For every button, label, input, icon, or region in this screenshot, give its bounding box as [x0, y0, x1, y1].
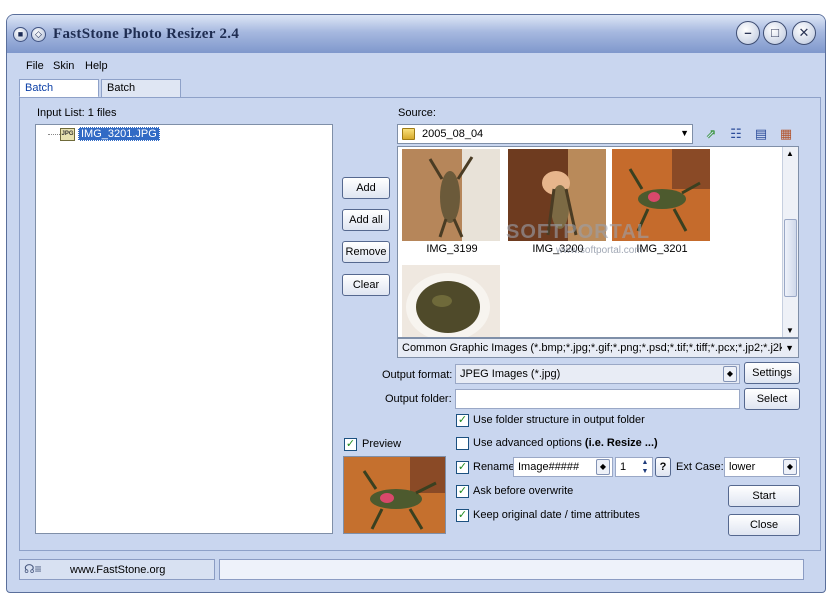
- system-menu-icon[interactable]: ■: [13, 27, 28, 42]
- close-button[interactable]: Close: [728, 514, 800, 536]
- tab-batch-convert[interactable]: Batch Convert: [19, 79, 99, 111]
- output-folder-label: Output folder:: [385, 393, 452, 405]
- title-bar[interactable]: ■ ◇ FastStone Photo Resizer 2.4 – □ ✕: [7, 15, 825, 53]
- thumbnail-browser[interactable]: IMG_3199 IMG_3200 IMG_3201 SOFTPORTAL ww…: [397, 146, 799, 338]
- ask-overwrite-label: Ask before overwrite: [473, 485, 574, 497]
- use-folder-structure-checkbox[interactable]: ✓: [456, 414, 469, 427]
- rename-checkbox[interactable]: ✓: [456, 461, 469, 474]
- status-pane-url: ☊≡ www.FastStone.org: [19, 559, 215, 580]
- ext-case-select[interactable]: lower ◆: [724, 457, 800, 477]
- ext-case-value: lower: [729, 461, 756, 473]
- scrollbar-thumb[interactable]: [784, 219, 797, 297]
- settings-button[interactable]: Settings: [744, 362, 800, 384]
- thumbnail-img-3199[interactable]: [402, 149, 500, 241]
- window-title: FastStone Photo Resizer 2.4: [53, 26, 240, 42]
- rename-pattern-value: Image#####: [518, 461, 580, 473]
- ext-case-label: Ext Case:: [676, 461, 724, 473]
- preview-label: Preview: [362, 438, 402, 450]
- add-all-button[interactable]: Add all: [342, 209, 390, 231]
- source-folder-value: 2005_08_04: [422, 128, 484, 140]
- maximize-button[interactable]: □: [763, 21, 787, 45]
- scroll-down-icon[interactable]: ▼: [786, 326, 794, 335]
- minimize-button[interactable]: –: [736, 21, 760, 45]
- menu-help[interactable]: Help: [85, 60, 108, 72]
- crayfish-photo-icon: [402, 149, 500, 241]
- source-label: Source:: [398, 107, 436, 119]
- add-button[interactable]: Add: [342, 177, 390, 199]
- keep-date-checkbox[interactable]: ✓: [456, 509, 469, 522]
- rename-start-value: 1: [620, 461, 627, 473]
- crayfish-photo-icon: [402, 265, 500, 337]
- close-window-button[interactable]: ✕: [792, 21, 816, 45]
- use-advanced-label: Use advanced options (i.e. Resize ...): [473, 437, 658, 449]
- input-file-item[interactable]: IMG_3201.JPG: [78, 127, 160, 141]
- input-list[interactable]: JPG IMG_3201.JPG: [35, 124, 333, 534]
- keep-date-label: Keep original date / time attributes: [473, 509, 640, 521]
- rename-help-button[interactable]: ?: [655, 457, 671, 477]
- status-pane-progress: [219, 559, 804, 580]
- output-format-value: JPEG Images (*.jpg): [460, 368, 561, 380]
- crayfish-photo-icon: [344, 457, 445, 533]
- rename-pattern-field[interactable]: Image##### ◆: [513, 457, 613, 477]
- ask-overwrite-checkbox[interactable]: ✓: [456, 485, 469, 498]
- select-folder-button[interactable]: Select: [744, 388, 800, 410]
- menu-skin[interactable]: Skin: [53, 60, 74, 72]
- output-format-select[interactable]: JPEG Images (*.jpg) ◆: [455, 364, 740, 384]
- preview-checkbox[interactable]: ✓: [344, 438, 357, 451]
- status-url[interactable]: www.FastStone.org: [70, 564, 165, 576]
- updown-arrow-icon[interactable]: ◆: [596, 459, 610, 475]
- folder-icon: [402, 128, 415, 140]
- scroll-up-icon[interactable]: ▲: [786, 149, 794, 158]
- spin-arrows-icon[interactable]: ▲ ▼: [639, 458, 651, 476]
- preview-image: [343, 456, 446, 534]
- list-view-icon[interactable]: ☷: [728, 126, 744, 142]
- details-view-icon[interactable]: ▤: [753, 126, 769, 142]
- file-type-filter[interactable]: Common Graphic Images (*.bmp;*.jpg;*.gif…: [397, 338, 799, 358]
- menu-file[interactable]: File: [26, 60, 44, 72]
- file-type-filter-value: Common Graphic Images (*.bmp;*.jpg;*.gif…: [402, 342, 792, 354]
- roll-up-icon[interactable]: ◇: [31, 27, 46, 42]
- thumbnail-scrollbar[interactable]: ▲ ▼: [782, 147, 798, 337]
- source-folder-combo[interactable]: 2005_08_04 ▼: [397, 124, 693, 144]
- output-format-label: Output format:: [382, 369, 453, 381]
- status-bar: ☊≡ www.FastStone.org: [19, 559, 821, 581]
- faststone-logo-icon: ☊≡: [24, 562, 42, 576]
- watermark-url: www.softportal.com: [556, 245, 643, 256]
- tab-batch-rename[interactable]: Batch Rename: [101, 79, 181, 111]
- folder-up-icon[interactable]: ⇗: [703, 126, 719, 142]
- clear-button[interactable]: Clear: [342, 274, 390, 296]
- updown-arrow-icon[interactable]: ◆: [723, 366, 737, 382]
- app-window: ■ ◇ FastStone Photo Resizer 2.4 – □ ✕ Fi…: [6, 14, 826, 593]
- thumbnail-view-icon[interactable]: ▦: [778, 126, 794, 142]
- input-list-label: Input List: 1 files: [37, 107, 117, 119]
- updown-arrow-icon[interactable]: ◆: [783, 459, 797, 475]
- use-advanced-checkbox[interactable]: [456, 437, 469, 450]
- chevron-down-icon[interactable]: ▼: [680, 128, 689, 138]
- rename-label: Rename: [473, 461, 515, 473]
- remove-button[interactable]: Remove: [342, 241, 390, 263]
- watermark-logo: SOFTPORTAL: [506, 221, 651, 243]
- jpg-file-icon: JPG: [60, 128, 75, 141]
- start-button[interactable]: Start: [728, 485, 800, 507]
- thumbnail-caption: IMG_3199: [426, 243, 478, 255]
- thumbnail-img-plate[interactable]: [402, 265, 500, 337]
- use-folder-structure-label: Use folder structure in output folder: [473, 414, 645, 426]
- chevron-down-icon[interactable]: ▼: [782, 339, 794, 357]
- output-folder-field[interactable]: [455, 389, 740, 409]
